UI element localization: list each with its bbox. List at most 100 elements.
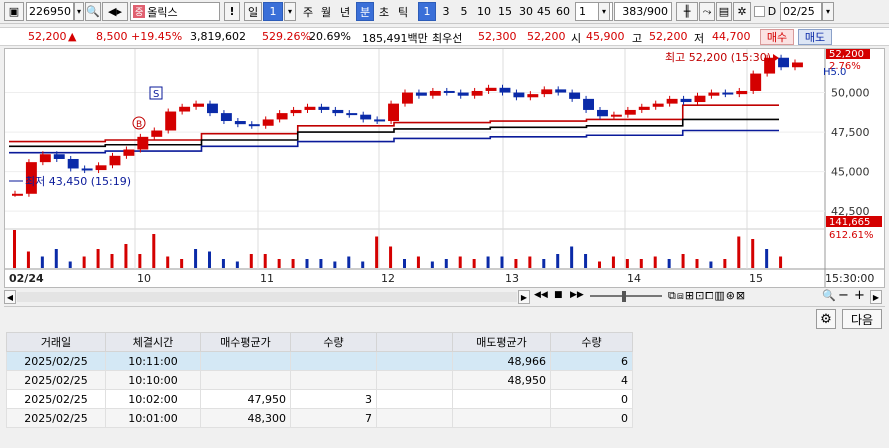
period-minute[interactable]: 분 bbox=[356, 2, 374, 21]
view-count-field[interactable]: 383/900 bbox=[614, 2, 672, 21]
col-sell-avg: 매도평균가 bbox=[452, 332, 551, 352]
zoom-in-icon[interactable]: + bbox=[854, 288, 865, 303]
scroll-right-icon[interactable]: ▶ bbox=[518, 290, 530, 304]
volume-bar bbox=[723, 259, 727, 268]
volume-bar bbox=[208, 251, 211, 268]
interval-15-label: 15 bbox=[498, 5, 512, 18]
candle-body bbox=[471, 90, 483, 96]
interval-5-label: 5 bbox=[460, 5, 468, 18]
next-button-label: 다음 bbox=[850, 312, 874, 327]
period-dropdown-icon[interactable]: ▾ bbox=[284, 2, 296, 21]
sell-signal: S bbox=[153, 89, 159, 100]
zoom-icon[interactable]: 🔍 bbox=[822, 289, 836, 302]
settings-gear-icon[interactable]: ✲ bbox=[733, 2, 751, 21]
volume-bar bbox=[403, 259, 406, 268]
period-num-input[interactable]: 1 bbox=[263, 2, 283, 21]
table-row[interactable]: 2025/02/25 10:01:00 48,300 7 0 bbox=[6, 408, 633, 428]
period-week[interactable]: 주 bbox=[300, 2, 316, 21]
buy-button[interactable]: 매수 bbox=[760, 29, 794, 45]
interval-5[interactable]: 5 bbox=[456, 2, 472, 21]
col-blank bbox=[376, 332, 453, 352]
next-button[interactable]: 다음 bbox=[842, 309, 882, 329]
candle-body bbox=[750, 73, 762, 91]
compare-icon[interactable]: ⤳ bbox=[699, 2, 715, 21]
stock-name-field[interactable]: 중 올릭스 bbox=[130, 2, 220, 21]
warning-button[interactable]: ! bbox=[224, 2, 240, 21]
table-row[interactable]: 2025/02/25 10:02:00 47,950 3 0 bbox=[6, 389, 633, 409]
window-icon[interactable]: ▣ bbox=[4, 2, 24, 21]
x-tick-label: 12 bbox=[381, 272, 395, 285]
save-icon[interactable]: ▤ bbox=[716, 2, 732, 21]
volume-bar bbox=[347, 256, 351, 268]
x-tick-label: 15:30:00 bbox=[825, 272, 874, 285]
forward-icon[interactable]: ▶▶ bbox=[570, 290, 584, 304]
scroll-end-icon[interactable]: ▶ bbox=[870, 290, 882, 304]
candle-body bbox=[207, 103, 218, 114]
x-tick-label: 11 bbox=[260, 272, 274, 285]
price-chart-svg[interactable]: 02/24 10 11 12 13 14 15 15:30:00 42,50045,00047… bbox=[5, 49, 884, 287]
candle-body bbox=[415, 92, 427, 96]
cell-trade-date: 2025/02/25 bbox=[6, 389, 106, 409]
scroll-left-icon[interactable]: ◀ bbox=[4, 290, 16, 304]
col-buy-avg: 매수평균가 bbox=[200, 332, 291, 352]
zoom-slider[interactable] bbox=[590, 295, 662, 297]
interval-30-label: 30 bbox=[519, 5, 533, 18]
date-dropdown-icon[interactable]: ▾ bbox=[822, 2, 834, 21]
trade-history-panel: ⚙ 다음 거래일 체결시간 매수평균가 수량 매도평균가 수량 2025/02/… bbox=[4, 306, 885, 448]
period-num-value: 1 bbox=[269, 5, 277, 18]
date-input[interactable]: 02/25 bbox=[780, 2, 822, 21]
period-day-button[interactable]: 일 bbox=[244, 2, 262, 21]
price-chart[interactable]: 02/24 10 11 12 13 14 15 15:30:00 42,500 45,000 47… bbox=[4, 48, 885, 288]
sell-button[interactable]: 매도 bbox=[798, 29, 832, 45]
period-second[interactable]: 초 bbox=[376, 2, 392, 21]
stock-code-input[interactable]: 226950 bbox=[26, 2, 74, 21]
candle-body bbox=[555, 89, 567, 93]
search-icon[interactable]: 🔍 bbox=[85, 2, 101, 21]
count-dropdown-icon[interactable]: ▾ bbox=[598, 2, 610, 21]
volume-bar bbox=[444, 259, 448, 268]
table-row[interactable]: 2025/02/25 10:10:00 48,950 4 bbox=[6, 370, 633, 390]
zoom-slider-handle[interactable] bbox=[622, 291, 626, 302]
period-second-label: 초 bbox=[378, 5, 390, 19]
candle-body bbox=[95, 165, 107, 171]
interval-60[interactable]: 60 bbox=[553, 2, 573, 21]
zoom-out-icon[interactable]: − bbox=[838, 288, 849, 303]
speaker-icon[interactable]: ◀▸ bbox=[102, 2, 128, 21]
code-dropdown-icon[interactable]: ▾ bbox=[74, 2, 84, 21]
chart-scrollbar[interactable] bbox=[17, 292, 517, 302]
x-tick-label: 13 bbox=[505, 272, 519, 285]
volume-tag: 141,665 bbox=[829, 217, 870, 228]
d-checkbox[interactable] bbox=[754, 6, 765, 17]
trend-line bbox=[9, 129, 779, 154]
current-price: 52,200 bbox=[28, 30, 67, 43]
candle-body bbox=[499, 87, 511, 93]
candle-body bbox=[708, 92, 720, 96]
chart-tools-icon[interactable]: ⧉⧈⊞⊡⧠▥⊛⊠ bbox=[668, 289, 746, 303]
stop-icon[interactable]: ■ bbox=[554, 290, 568, 304]
cell-buy-qty: 7 bbox=[290, 408, 377, 428]
period-tick-label: 틱 bbox=[397, 5, 409, 19]
x-tick-label: 15 bbox=[749, 272, 763, 285]
interval-3[interactable]: 3 bbox=[438, 2, 454, 21]
candle-body bbox=[583, 98, 594, 110]
period-year[interactable]: 년 bbox=[337, 2, 353, 21]
volume-bar bbox=[737, 236, 741, 268]
period-tick[interactable]: 틱 bbox=[395, 2, 411, 21]
interval-30[interactable]: 30 bbox=[516, 2, 536, 21]
interval-45[interactable]: 45 bbox=[534, 2, 554, 21]
period-month[interactable]: 월 bbox=[318, 2, 334, 21]
volume-bar bbox=[389, 246, 393, 268]
cell-buy-qty bbox=[290, 370, 377, 390]
rewind-icon[interactable]: ◀◀ bbox=[534, 290, 548, 304]
y-axis-labels: 42,50045,00047,50050,000 bbox=[831, 87, 870, 219]
interval-1[interactable]: 1 bbox=[418, 2, 436, 21]
volume-bar bbox=[625, 259, 629, 268]
interval-15[interactable]: 15 bbox=[495, 2, 515, 21]
settings-icon[interactable]: ⚙ bbox=[816, 309, 836, 329]
candle-body bbox=[610, 114, 622, 117]
candle-type-icon[interactable]: ╫ bbox=[676, 2, 698, 21]
table-row[interactable]: 2025/02/25 10:11:00 48,966 6 bbox=[6, 351, 633, 371]
interval-10[interactable]: 10 bbox=[474, 2, 494, 21]
interval-3-label: 3 bbox=[442, 5, 450, 18]
candle-body bbox=[81, 168, 93, 171]
